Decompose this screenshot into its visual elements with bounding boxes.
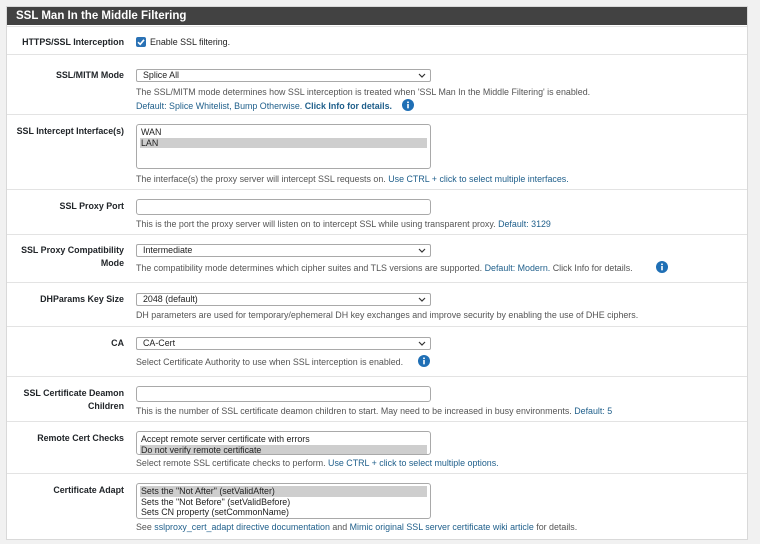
compat-mode-info-text: Click Info for details. <box>552 263 633 273</box>
remote-cert-checks-listbox[interactable]: Accept remote server certificate with er… <box>136 431 431 455</box>
intercept-interfaces-label: SSL Intercept Interface(s) <box>16 126 124 136</box>
compat-mode-help-text: The compatibility mode determines which … <box>136 263 483 273</box>
chevron-down-icon <box>418 248 426 253</box>
remote-cert-option-noverify[interactable]: Do not verify remote certificate <box>140 444 427 454</box>
dhparams-help: DH parameters are used for temporary/eph… <box>136 310 639 320</box>
compat-mode-help: The compatibility mode determines which … <box>136 262 633 275</box>
info-icon[interactable] <box>402 99 414 111</box>
enable-ssl-filtering-text[interactable]: Enable SSL filtering. <box>150 36 230 48</box>
info-icon[interactable] <box>418 355 430 367</box>
cert-adapt-help-pre: See <box>136 522 152 532</box>
ca-label: CA <box>111 338 124 348</box>
mitm-mode-value: Splice All <box>143 70 180 80</box>
cert-children-help: This is the number of SSL certificate de… <box>136 405 612 418</box>
cert-children-label: SSL Certificate Deamon Children <box>7 387 124 413</box>
dhparams-select[interactable]: 2048 (default) <box>136 293 431 306</box>
mitm-mode-label: SSL/MITM Mode <box>55 70 124 80</box>
remote-cert-checks-help-text: Select remote SSL certificate checks to … <box>136 458 326 468</box>
intercept-interfaces-help-text: The interface(s) the proxy server will i… <box>136 174 386 184</box>
row-cert-children: SSL Certificate Deamon Children This is … <box>7 376 747 421</box>
chevron-down-icon <box>418 297 426 302</box>
remote-cert-option-accept[interactable]: Accept remote server certificate with er… <box>137 434 430 445</box>
mitm-mode-help: The SSL/MITM mode determines how SSL int… <box>136 87 591 97</box>
cert-adapt-option-not-before[interactable]: Sets the "Not Before" (setValidBefore) <box>137 497 430 508</box>
remote-cert-checks-label: Remote Cert Checks <box>37 433 124 443</box>
proxy-port-input[interactable] <box>136 199 431 215</box>
ca-select[interactable]: CA-Cert <box>136 337 431 350</box>
dhparams-value: 2048 (default) <box>143 294 198 304</box>
row-ssl-filtering: HTTPS/SSL Interception Enable SSL filter… <box>7 26 747 54</box>
compat-mode-select[interactable]: Intermediate <box>136 244 431 257</box>
row-remote-cert-checks: Remote Cert Checks Accept remote server … <box>7 421 747 473</box>
enable-ssl-filtering-checkbox[interactable] <box>136 37 146 47</box>
compat-mode-label-line1: SSL Proxy Compatibility <box>21 245 124 255</box>
compat-mode-label: SSL Proxy Compatibility Mode <box>7 244 124 270</box>
cert-adapt-option-not-after[interactable]: Sets the "Not After" (setValidAfter) <box>140 486 427 497</box>
ssl-filtering-label: HTTPS/SSL Interception <box>22 37 124 47</box>
mitm-mode-info-text: Click Info for details. <box>304 101 392 111</box>
proxy-port-default: Default: 3129 <box>498 219 551 229</box>
row-cert-adapt: Certificate Adapt Sets the "Not After" (… <box>7 473 747 541</box>
remote-cert-checks-help-link: Use CTRL + click to select multiple opti… <box>328 458 499 468</box>
proxy-port-help: This is the port the proxy server will l… <box>136 218 551 231</box>
mitm-mode-select[interactable]: Splice All <box>136 69 431 82</box>
info-icon[interactable] <box>656 261 668 273</box>
proxy-port-help-text: This is the port the proxy server will l… <box>136 219 496 229</box>
cert-adapt-listbox[interactable]: Sets the "Not After" (setValidAfter) Set… <box>136 483 431 519</box>
compat-mode-label-line2: Mode <box>100 258 124 268</box>
row-dhparams: DHParams Key Size 2048 (default) DH para… <box>7 282 747 326</box>
cert-adapt-help-post: for details. <box>536 522 578 532</box>
mitm-mode-help-defaults: Default: Splice Whitelist, Bump Otherwis… <box>136 100 392 113</box>
compat-mode-default: Default: Modern. <box>484 263 551 273</box>
ssl-mitm-panel: SSL Man In the Middle Filtering HTTPS/SS… <box>6 6 748 540</box>
row-ca: CA CA-Cert Select Certificate Authority … <box>7 326 747 376</box>
cert-children-input[interactable] <box>136 386 431 402</box>
interface-option-lan[interactable]: LAN <box>140 137 427 148</box>
chevron-down-icon <box>418 73 426 78</box>
intercept-interfaces-help: The interface(s) the proxy server will i… <box>136 173 569 186</box>
dhparams-label: DHParams Key Size <box>40 294 124 304</box>
cert-adapt-wiki-link[interactable]: Mimic original SSL server certificate wi… <box>350 522 534 532</box>
row-intercept-interfaces: SSL Intercept Interface(s) WAN LAN The i… <box>7 114 747 189</box>
cert-adapt-help: See sslproxy_cert_adapt directive docume… <box>136 521 577 534</box>
cert-children-label-line2: Children <box>88 401 124 411</box>
cert-adapt-option-cn[interactable]: Sets CN property (setCommonName) <box>137 507 430 518</box>
section-title: SSL Man In the Middle Filtering <box>7 7 747 25</box>
cert-children-default: Default: 5 <box>574 406 613 416</box>
interface-option-wan[interactable]: WAN <box>137 127 430 138</box>
row-proxy-port: SSL Proxy Port This is the port the prox… <box>7 189 747 234</box>
chevron-down-icon <box>418 341 426 346</box>
row-compat-mode: SSL Proxy Compatibility Mode Intermediat… <box>7 234 747 282</box>
remote-cert-checks-help: Select remote SSL certificate checks to … <box>136 457 499 470</box>
intercept-interfaces-help-link: Use CTRL + click to select multiple inte… <box>388 174 569 184</box>
intercept-interfaces-listbox[interactable]: WAN LAN <box>136 124 431 169</box>
cert-children-label-line1: SSL Certificate Deamon <box>23 388 124 398</box>
ca-value: CA-Cert <box>143 338 176 348</box>
proxy-port-label: SSL Proxy Port <box>59 201 124 211</box>
compat-mode-value: Intermediate <box>143 245 193 255</box>
mitm-mode-default: Default: Splice Whitelist, Bump Otherwis… <box>136 101 303 111</box>
cert-adapt-doc-link[interactable]: sslproxy_cert_adapt directive documentat… <box>154 522 330 532</box>
ca-help: Select Certificate Authority to use when… <box>136 357 404 367</box>
cert-adapt-label: Certificate Adapt <box>53 485 124 495</box>
row-mitm-mode: SSL/MITM Mode Splice All The SSL/MITM mo… <box>7 54 747 114</box>
cert-adapt-help-mid: and <box>332 522 348 532</box>
cert-children-help-text: This is the number of SSL certificate de… <box>136 406 572 416</box>
